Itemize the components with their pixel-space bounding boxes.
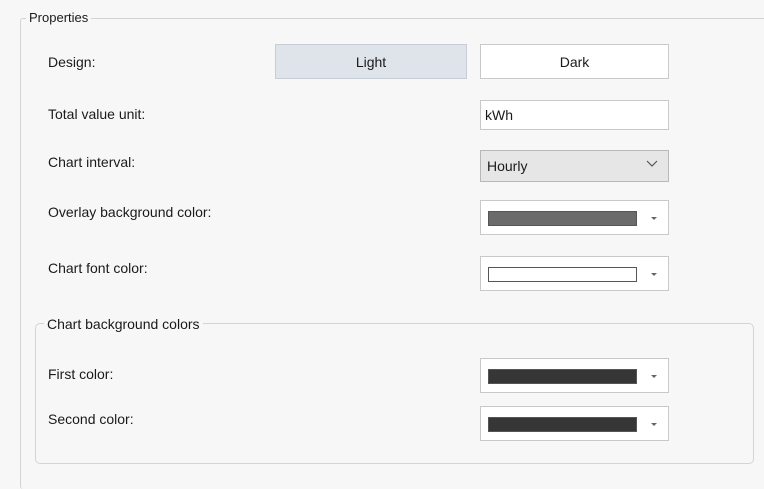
- total-value-unit-label: Total value unit:: [48, 106, 146, 122]
- first-color-picker[interactable]: [480, 358, 669, 393]
- chart-interval-label: Chart interval:: [48, 154, 136, 170]
- overlay-background-color-picker[interactable]: [480, 200, 669, 235]
- design-light-button[interactable]: Light: [275, 44, 467, 79]
- chart-interval-value: Hourly: [487, 158, 528, 174]
- properties-title: Properties: [26, 10, 92, 26]
- first-color-label: First color:: [48, 366, 114, 382]
- overlay-background-color-swatch: [488, 211, 637, 226]
- chart-interval-select[interactable]: Hourly: [480, 150, 669, 182]
- total-value-unit-input[interactable]: kWh: [480, 100, 669, 130]
- dropdown-arrow-icon: [651, 273, 657, 276]
- second-color-picker[interactable]: [480, 406, 669, 441]
- chart-font-color-swatch: [488, 267, 637, 282]
- first-color-swatch: [488, 369, 637, 384]
- design-dark-button[interactable]: Dark: [480, 44, 669, 79]
- design-label: Design:: [48, 54, 96, 70]
- overlay-background-color-label: Overlay background color:: [48, 204, 212, 220]
- chart-font-color-picker[interactable]: [480, 256, 669, 291]
- dropdown-arrow-icon: [651, 423, 657, 426]
- second-color-swatch: [488, 417, 637, 432]
- chart-background-colors-group: [35, 323, 754, 464]
- chevron-down-icon: [646, 160, 658, 167]
- chart-background-colors-title: Chart background colors: [44, 316, 203, 332]
- dropdown-arrow-icon: [651, 375, 657, 378]
- second-color-label: Second color:: [48, 411, 134, 427]
- chart-font-color-label: Chart font color:: [48, 260, 148, 276]
- dropdown-arrow-icon: [651, 217, 657, 220]
